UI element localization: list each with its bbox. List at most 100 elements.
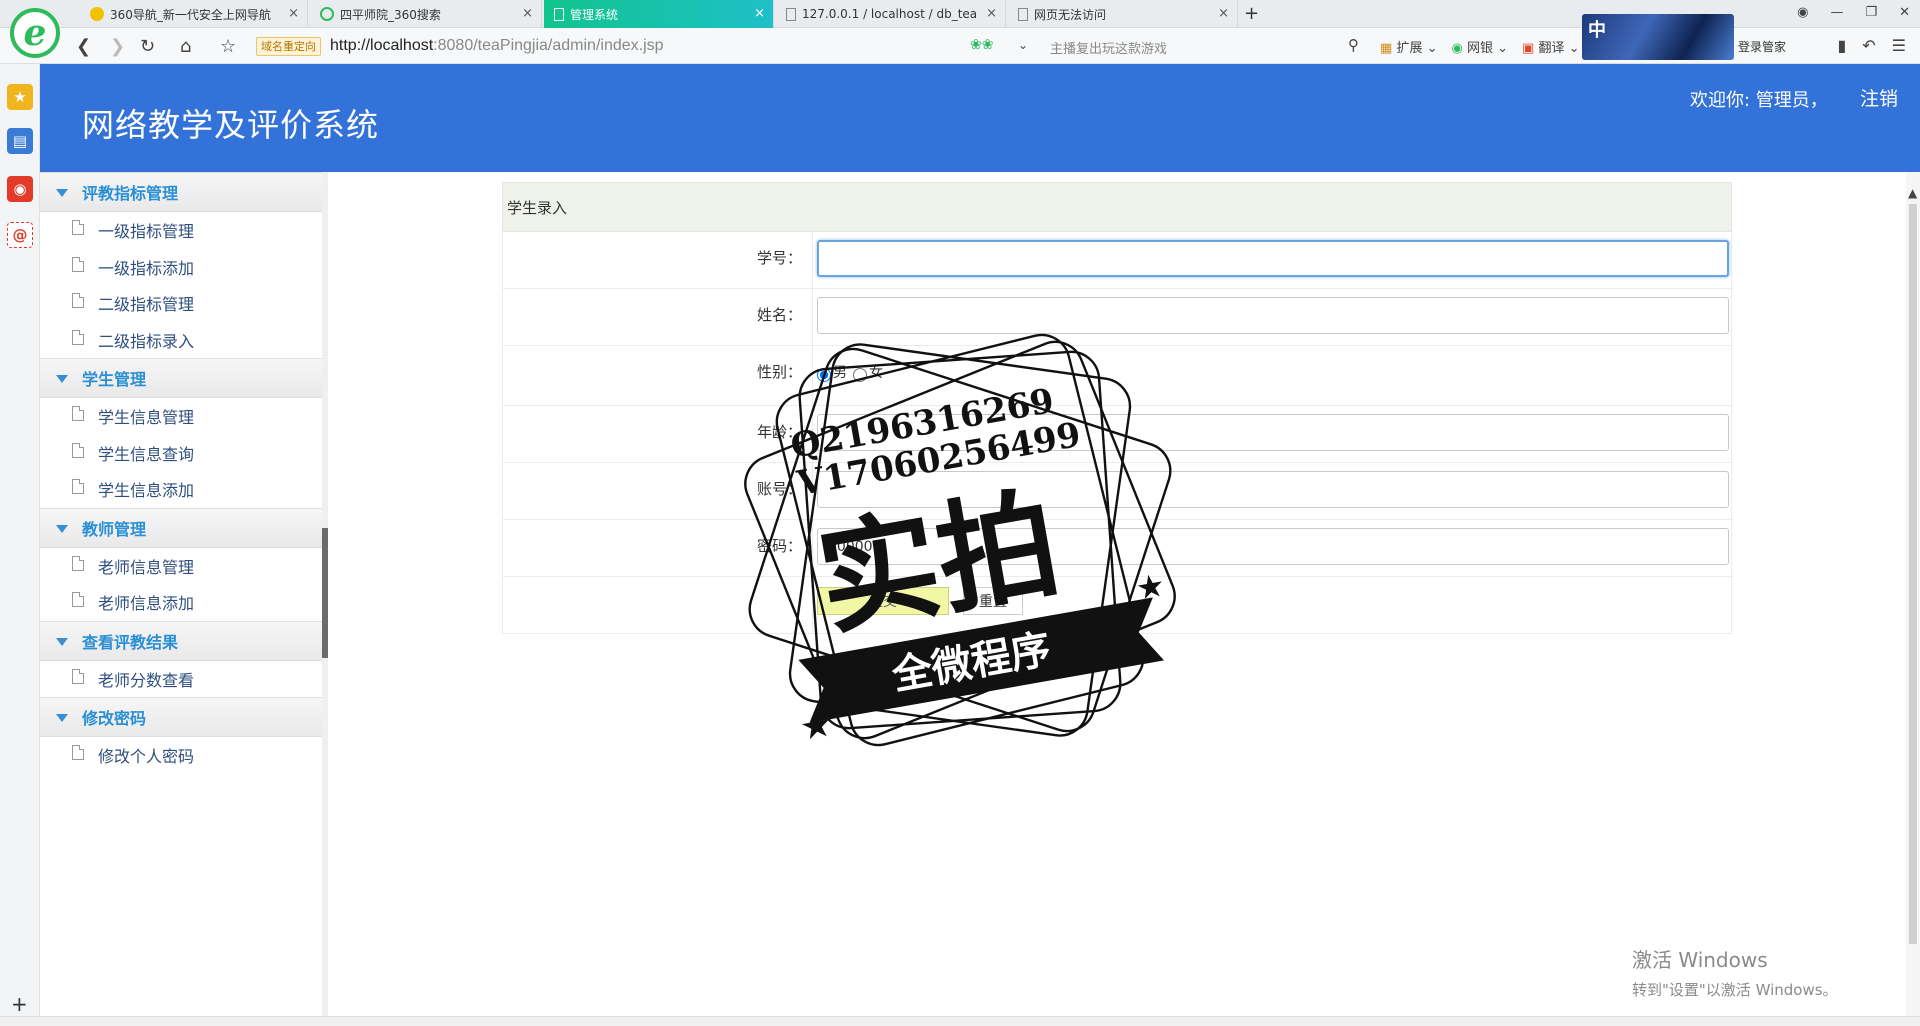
age-input[interactable]	[817, 414, 1729, 451]
document-icon	[72, 329, 84, 345]
reset-button[interactable]: 重置	[963, 587, 1023, 615]
form-title: 学生录入	[502, 182, 1732, 232]
tab-360-search[interactable]: 四平师院_360搜索 ×	[310, 0, 542, 28]
gender-female-option[interactable]: 女	[853, 362, 883, 382]
url-path: :8080/teaPingjia/admin/index.jsp	[433, 37, 664, 54]
menu-item-change-password[interactable]: 修改个人密码	[40, 737, 322, 774]
menu-group-results[interactable]: 查看评教结果	[40, 620, 322, 661]
caret-down-icon	[56, 637, 68, 646]
logout-link[interactable]: 注销	[1860, 84, 1898, 111]
login-manager-button[interactable]: 登录管家	[1738, 38, 1786, 55]
student-entry-form: 学生录入 学号： 姓名： 性别： 男 女 年龄： 账号： 密码： 000000 …	[502, 182, 1732, 634]
password-input[interactable]	[817, 528, 1729, 565]
scrollbar-thumb[interactable]	[322, 528, 328, 658]
maximize-icon[interactable]: ❐	[1865, 5, 1877, 20]
document-icon	[72, 745, 84, 760]
menu-item-level1-add[interactable]: 一级指标添加	[40, 249, 322, 286]
favorites-star-icon[interactable]: ★	[7, 84, 33, 110]
row-name: 姓名：	[502, 289, 1732, 346]
chevron-down-icon[interactable]: ⌄	[1018, 38, 1028, 52]
name-input[interactable]	[817, 297, 1729, 334]
tab-close-icon[interactable]: ×	[522, 6, 533, 21]
tab-close-icon[interactable]: ×	[986, 6, 997, 21]
url-field[interactable]: http://localhost:8080/teaPingjia/admin/i…	[330, 37, 664, 55]
tab-360-nav[interactable]: 360导航_新一代安全上网导航 ×	[80, 0, 308, 28]
scrollbar-thumb[interactable]	[1909, 204, 1917, 944]
menu-item-student-query[interactable]: 学生信息查询	[40, 435, 322, 472]
app-header: 网络教学及评价系统 欢迎你: 管理员， 注销	[40, 64, 1920, 172]
add-sidebar-icon[interactable]: +	[11, 992, 28, 1016]
tab-close-icon[interactable]: ×	[754, 6, 765, 21]
bank-button[interactable]: ◉ 网银 ⌄	[1451, 37, 1508, 56]
browser-logo-icon[interactable]: e	[10, 8, 60, 58]
extensions-button[interactable]: ▦ 扩展 ⌄	[1380, 37, 1437, 56]
search-input[interactable]: 主播复出玩这款游戏	[1050, 38, 1167, 57]
new-tab-button[interactable]: +	[1244, 3, 1259, 24]
document-icon	[72, 220, 84, 235]
gender-female-radio[interactable]	[853, 368, 867, 382]
mail-icon[interactable]: @	[7, 222, 33, 248]
submit-button[interactable]: 提交	[817, 587, 949, 615]
bookmark-star-icon[interactable]: ☆	[220, 36, 236, 57]
360-logo-icon	[90, 7, 104, 21]
browser-tools: ▮ ↶ ☰	[1837, 36, 1906, 55]
menu-item-student-manage[interactable]: 学生信息管理	[40, 398, 322, 435]
document-icon	[72, 592, 84, 607]
menu-group-teachers[interactable]: 教师管理	[40, 507, 322, 548]
menu-item-student-add[interactable]: 学生信息添加	[40, 471, 322, 508]
menu-group-students[interactable]: 学生管理	[40, 358, 322, 398]
app-title: 网络教学及评价系统	[82, 106, 380, 144]
menu-item-teacher-scores[interactable]: 老师分数查看	[40, 661, 322, 698]
activation-title: 激活 Windows	[1632, 948, 1768, 972]
home-icon[interactable]: ⌂	[180, 36, 191, 57]
menu-scrollbar[interactable]	[322, 172, 328, 1016]
skin-icon[interactable]: ◉	[1797, 5, 1808, 20]
menu-item-level1-manage[interactable]: 一级指标管理	[40, 212, 322, 249]
bank-icon: ◉	[1451, 41, 1463, 56]
row-age: 年龄：	[502, 406, 1732, 463]
main-scrollbar[interactable]: ▲	[1906, 172, 1920, 1016]
menu-item-teacher-add[interactable]: 老师信息添加	[40, 584, 322, 621]
gender-male-radio[interactable]	[817, 368, 831, 382]
menu-item-level2-enter[interactable]: 二级指标录入	[40, 322, 322, 359]
document-icon	[72, 479, 84, 494]
windows-activation-notice: 激活 Windows 转到"设置"以激活 Windows。	[1632, 944, 1838, 1000]
account-input[interactable]	[817, 471, 1729, 508]
menu-icon[interactable]: ☰	[1892, 36, 1906, 55]
close-window-icon[interactable]: ✕	[1899, 5, 1910, 20]
redirect-badge[interactable]: 域名重定向	[256, 37, 321, 56]
reload-icon[interactable]: ↻	[140, 36, 155, 57]
label-password: 密码：	[503, 520, 813, 576]
undo-icon[interactable]: ↶	[1862, 36, 1875, 55]
back-icon[interactable]: ❮	[76, 36, 91, 57]
tab-phpmyadmin[interactable]: 127.0.0.1 / localhost / db_tea ×	[776, 0, 1006, 28]
status-bar	[0, 1016, 1920, 1026]
student-no-input[interactable]	[817, 240, 1729, 277]
security-shield-icon[interactable]: ❀❀	[970, 37, 993, 53]
news-icon[interactable]: ▤	[7, 128, 33, 154]
minimize-icon[interactable]: —	[1830, 5, 1843, 20]
search-icon[interactable]: ⚲	[1348, 36, 1359, 54]
menu-group-evaluation-index[interactable]: 评教指标管理	[40, 172, 322, 212]
translate-button[interactable]: ▣ 翻译 ⌄	[1522, 37, 1579, 56]
tab-close-icon[interactable]: ×	[288, 6, 299, 21]
tab-admin-system[interactable]: 管理系统 ×	[544, 0, 774, 28]
reading-mode-icon[interactable]: ▮	[1837, 36, 1846, 55]
tab-close-icon[interactable]: ×	[1218, 6, 1229, 21]
gender-male-option[interactable]: 男	[817, 362, 847, 382]
weibo-icon[interactable]: ◉	[7, 176, 33, 202]
scroll-up-icon[interactable]: ▲	[1908, 186, 1917, 200]
page-icon	[554, 7, 564, 21]
label-age: 年龄：	[503, 406, 813, 462]
menu-item-level2-manage[interactable]: 二级指标管理	[40, 285, 322, 322]
page-icon	[1018, 7, 1028, 21]
skin-banner[interactable]: 中	[1582, 14, 1734, 60]
gender-radio-group: 男 女	[817, 362, 883, 382]
caret-down-icon	[56, 189, 68, 197]
menu-group-password[interactable]: 修改密码	[40, 697, 322, 737]
document-icon	[72, 442, 84, 458]
forward-icon[interactable]: ❯	[110, 36, 125, 57]
tab-title: 网页无法访问	[1034, 7, 1107, 22]
menu-item-teacher-manage[interactable]: 老师信息管理	[40, 548, 322, 585]
tab-page-error[interactable]: 网页无法访问 ×	[1008, 0, 1238, 28]
